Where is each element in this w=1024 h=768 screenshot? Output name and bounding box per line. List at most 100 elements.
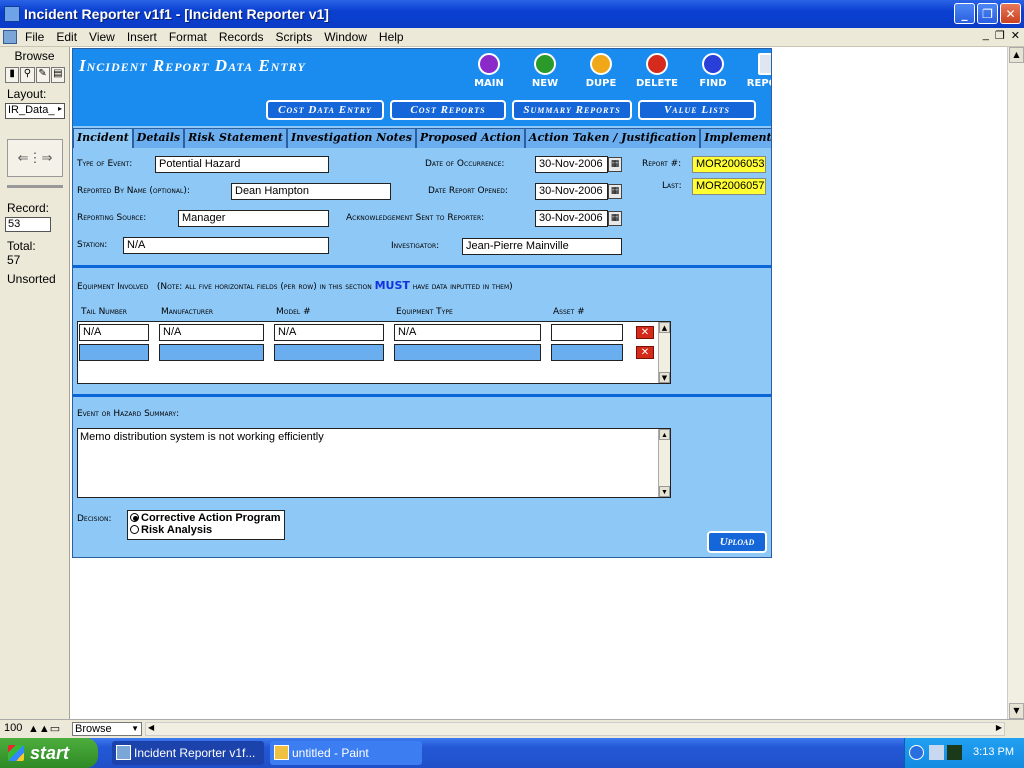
dupe-button[interactable]: DUPE xyxy=(577,53,625,89)
ack-sent-field[interactable]: 30-Nov-2006 xyxy=(535,210,608,227)
menu-view[interactable]: View xyxy=(83,30,121,44)
find-tool-icon[interactable]: ⚲ xyxy=(20,67,35,83)
record-slider[interactable] xyxy=(7,185,63,188)
model-field[interactable] xyxy=(274,344,384,361)
summary-scrollbar[interactable]: ▲ ▼ xyxy=(658,429,670,497)
date-opened-field[interactable]: 30-Nov-2006 xyxy=(535,183,608,200)
tray-app-icon[interactable] xyxy=(947,745,962,760)
scroll-down-icon[interactable]: ▼ xyxy=(1009,703,1024,719)
cost-reports-button[interactable]: Cost Reports xyxy=(390,100,506,120)
delete-button[interactable]: DELETE xyxy=(633,53,681,89)
scroll-right-icon[interactable]: ▶ xyxy=(996,723,1002,732)
window-horizontal-scrollbar[interactable]: ◀ ▶ xyxy=(145,722,1005,736)
menu-scripts[interactable]: Scripts xyxy=(270,30,319,44)
decision-option-risk[interactable]: Risk Analysis xyxy=(130,524,282,536)
preview-tool-icon[interactable]: ▤ xyxy=(50,67,65,83)
report-button[interactable]: REPORT xyxy=(745,53,771,89)
close-button[interactable]: ✕ xyxy=(1000,3,1021,24)
cost-data-entry-button[interactable]: Cost Data Entry xyxy=(266,100,384,120)
menu-window[interactable]: Window xyxy=(318,30,373,44)
radio-unselected-icon[interactable] xyxy=(130,525,139,534)
minimize-button[interactable]: _ xyxy=(954,3,975,24)
document-icon[interactable] xyxy=(3,30,17,44)
taskbar-item-incident-reporter[interactable]: Incident Reporter v1f... xyxy=(112,741,264,765)
asset-field[interactable] xyxy=(551,344,623,361)
scroll-up-icon[interactable]: ▲ xyxy=(659,322,670,333)
tail-number-field[interactable]: N/A xyxy=(79,324,149,341)
equipment-type-field[interactable] xyxy=(394,344,541,361)
reporting-source-field[interactable]: Manager xyxy=(178,210,329,227)
chevron-left-icon[interactable] xyxy=(909,745,924,760)
menu-records[interactable]: Records xyxy=(213,30,270,44)
menu-edit[interactable]: Edit xyxy=(50,30,83,44)
browse-tool-icon[interactable]: ▮ xyxy=(5,67,20,83)
summary-textarea[interactable]: Memo distribution system is not working … xyxy=(77,428,671,498)
record-number-field[interactable]: 53 xyxy=(5,217,51,232)
manufacturer-field[interactable] xyxy=(159,344,264,361)
system-tray: 3:13 PM xyxy=(904,738,1024,768)
tab-details[interactable]: Details xyxy=(132,128,185,148)
upload-button[interactable]: Upload xyxy=(707,531,767,553)
start-button[interactable]: start xyxy=(0,738,98,768)
model-field[interactable]: N/A xyxy=(274,324,384,341)
menu-file[interactable]: File xyxy=(19,30,50,44)
taskbar-item-paint[interactable]: untitled - Paint xyxy=(270,741,422,765)
zoom-controls-icon[interactable]: ▲▲▭ xyxy=(28,722,60,735)
tab-implementation[interactable]: Implementation / Targe xyxy=(700,128,771,148)
menu-format[interactable]: Format xyxy=(163,30,213,44)
date-occurrence-field[interactable]: 30-Nov-2006 xyxy=(535,156,608,173)
mode-select[interactable]: Browse ▼ xyxy=(72,722,142,736)
network-icon[interactable] xyxy=(929,745,944,760)
taskbar-item-label: Incident Reporter v1f... xyxy=(134,746,256,760)
tab-proposed-action[interactable]: Proposed Action xyxy=(415,128,525,148)
main-button[interactable]: MAIN xyxy=(465,53,513,89)
tail-number-field[interactable] xyxy=(79,344,149,361)
equipment-note-must: MUST xyxy=(374,279,410,292)
restore-button[interactable]: ❐ xyxy=(977,3,998,24)
scroll-down-icon[interactable]: ▼ xyxy=(659,486,670,497)
scroll-up-icon[interactable]: ▲ xyxy=(1009,47,1024,63)
new-label: NEW xyxy=(531,78,559,89)
manufacturer-field[interactable]: N/A xyxy=(159,324,264,341)
doc-minimize-icon[interactable]: _ xyxy=(983,29,989,42)
layout-select[interactable]: IR_Data_ ▸ xyxy=(5,103,65,119)
menu-insert[interactable]: Insert xyxy=(121,30,163,44)
equipment-heading: Equipment Involved (Note: all five horiz… xyxy=(77,279,513,292)
zoom-level[interactable]: 100 xyxy=(4,722,22,734)
report-number-label: Report #: xyxy=(642,159,682,169)
delete-row-icon[interactable]: ✕ xyxy=(636,326,654,339)
doc-restore-icon[interactable]: ❐ xyxy=(995,29,1005,42)
radio-selected-icon[interactable] xyxy=(130,513,139,522)
delete-row-icon[interactable]: ✕ xyxy=(636,346,654,359)
value-lists-button[interactable]: Value Lists xyxy=(638,100,756,120)
summary-label: Event or Hazard Summary: xyxy=(77,409,180,419)
calendar-icon[interactable]: ▦ xyxy=(608,157,622,172)
find-button[interactable]: FIND xyxy=(689,53,737,89)
investigator-field[interactable]: Jean-Pierre Mainville xyxy=(462,238,622,255)
doc-close-icon[interactable]: ✕ xyxy=(1011,29,1020,42)
equipment-type-field[interactable]: N/A xyxy=(394,324,541,341)
asset-field[interactable] xyxy=(551,324,623,341)
scroll-down-icon[interactable]: ▼ xyxy=(659,372,670,383)
new-button[interactable]: NEW xyxy=(521,53,569,89)
scroll-left-icon[interactable]: ◀ xyxy=(148,723,154,732)
calendar-icon[interactable]: ▦ xyxy=(608,211,622,226)
station-field[interactable]: N/A xyxy=(123,237,329,254)
windows-logo-icon xyxy=(8,745,24,761)
portal-scrollbar[interactable]: ▲ ▼ xyxy=(658,322,670,383)
record-book-icon[interactable]: ⇐⋮⇒ xyxy=(7,139,63,177)
summary-reports-button[interactable]: Summary Reports xyxy=(512,100,632,120)
type-of-event-field[interactable]: Potential Hazard xyxy=(155,156,329,173)
decision-option-corrective[interactable]: Corrective Action Program xyxy=(130,512,282,524)
tab-incident[interactable]: Incident xyxy=(73,128,133,148)
window-vertical-scrollbar[interactable]: ▲ ▼ xyxy=(1007,47,1024,719)
calendar-icon[interactable]: ▦ xyxy=(608,184,622,199)
col-asset: Asset # xyxy=(553,307,585,317)
tab-action-taken[interactable]: Action Taken / Justification xyxy=(524,128,701,148)
tab-investigation-notes[interactable]: Investigation Notes xyxy=(287,128,416,148)
menu-help[interactable]: Help xyxy=(373,30,410,44)
reported-by-field[interactable]: Dean Hampton xyxy=(231,183,391,200)
scroll-up-icon[interactable]: ▲ xyxy=(659,429,670,440)
layout-tool-icon[interactable]: ✎ xyxy=(35,67,50,83)
tab-risk-statement[interactable]: Risk Statement xyxy=(184,128,288,148)
